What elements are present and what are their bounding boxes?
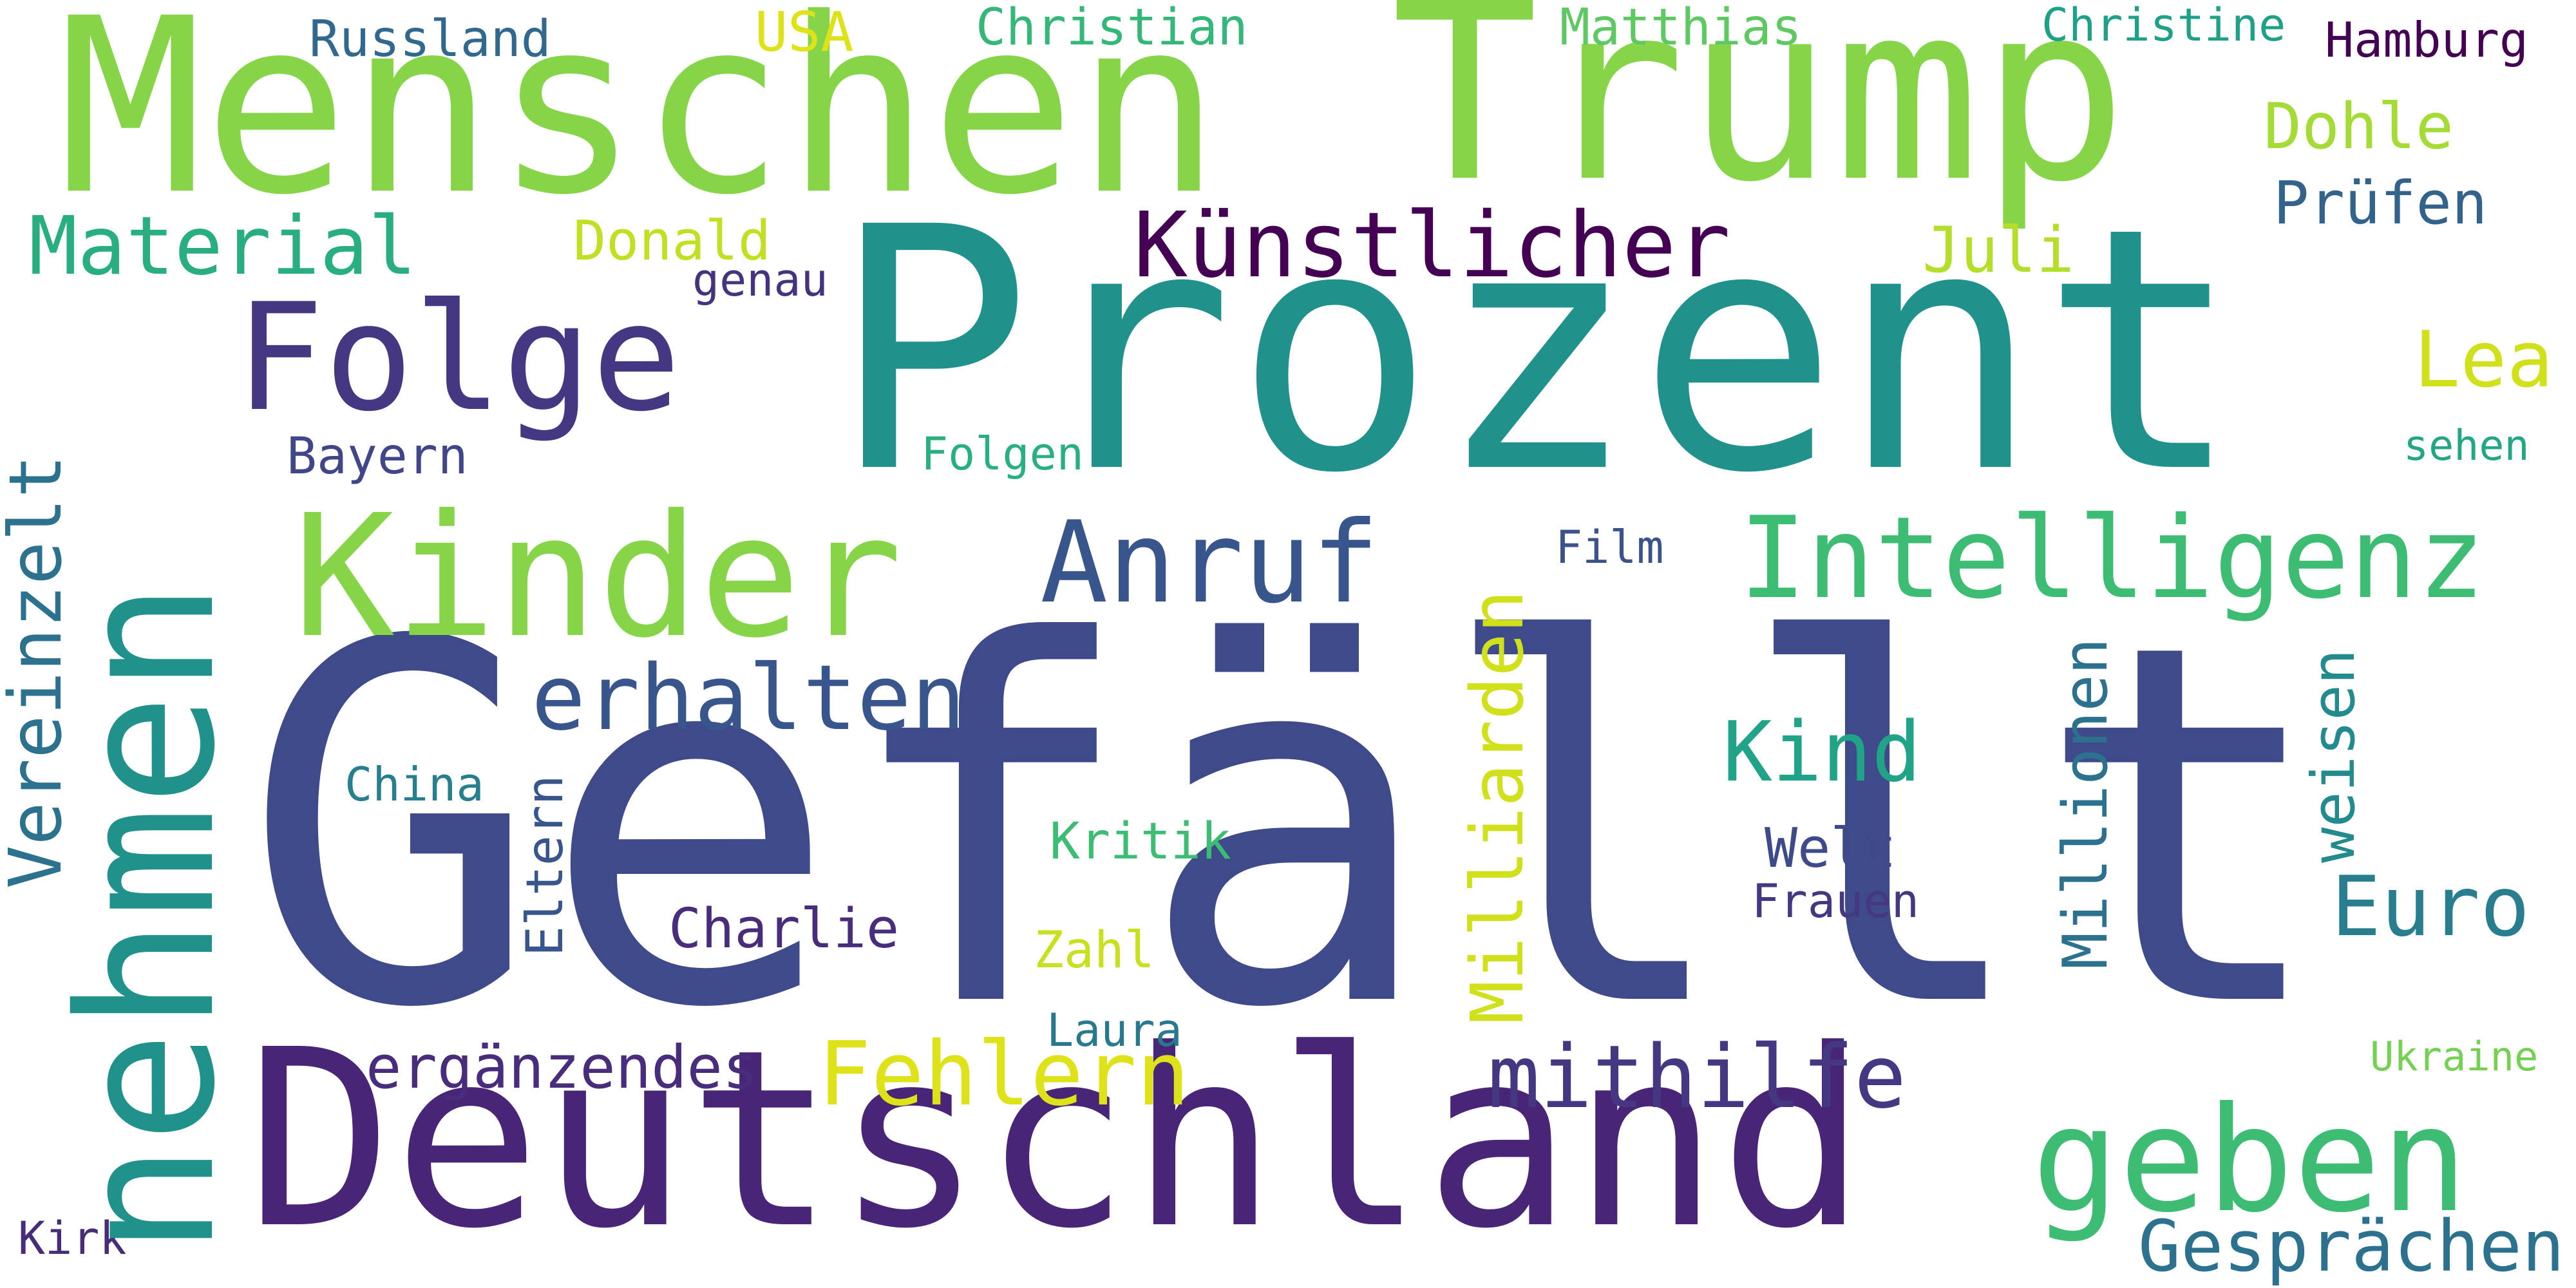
word-ergaenzendes: ergänzendes: [366, 1033, 759, 1102]
word-matthias: Matthias: [1560, 0, 1802, 57]
word-folgen: Folgen: [921, 428, 1084, 480]
word-folge: Folge: [235, 272, 681, 444]
word-mithilfe: mithilfe: [1488, 1027, 1907, 1128]
word-lea: Lea: [2414, 316, 2553, 405]
word-material: Material: [29, 200, 417, 293]
word-kuenstlicher: Künstlicher: [1133, 193, 1731, 298]
word-millionen: Millionen: [2050, 638, 2121, 969]
word-zahl: Zahl: [1034, 922, 1155, 980]
word-euro: Euro: [2331, 859, 2530, 955]
word-sehen: sehen: [2403, 422, 2530, 470]
word-bayern: Bayern: [287, 428, 468, 486]
word-kritik: Kritik: [1050, 813, 1231, 871]
word-nehmen: nehmen: [39, 581, 256, 1256]
word-kinder: Kinder: [293, 478, 903, 675]
word-usa: USA: [755, 1, 854, 64]
word-gespraechen: Gesprächen: [2138, 1205, 2565, 1287]
word-genau: genau: [692, 254, 828, 307]
word-laura: Laura: [1046, 1004, 1182, 1057]
word-weisen: weisen: [2299, 649, 2368, 863]
word-welt: Welt: [1765, 817, 1897, 880]
word-kind: Kind: [1723, 705, 1922, 800]
word-intelligenz: Intelligenz: [1739, 493, 2485, 624]
word-vereinzelt: Vereinzelt: [0, 454, 78, 889]
word-milliarden: Milliarden: [1456, 589, 1540, 1024]
word-dohle: Dohle: [2264, 90, 2454, 164]
word-cloud: Gefällt Prozent Deutschland Menschen Tru…: [0, 0, 2576, 1288]
word-anruf: Anruf: [1040, 498, 1379, 629]
word-christian: Christian: [976, 0, 1248, 57]
word-juli: Juli: [1922, 214, 2075, 287]
word-erhalten: erhalten: [531, 646, 966, 751]
word-china: China: [345, 757, 484, 811]
word-ukraine: Ukraine: [2370, 1033, 2539, 1080]
word-eltern: Eltern: [516, 775, 574, 956]
word-frauen: Frauen: [1752, 874, 1920, 928]
word-hamburg: Hamburg: [2325, 12, 2529, 68]
word-christine: Christine: [2041, 0, 2286, 52]
word-charlie: Charlie: [668, 897, 900, 961]
word-russland: Russland: [309, 10, 551, 68]
word-pruefen: Prüfen: [2273, 169, 2488, 238]
word-film: Film: [1555, 521, 1664, 574]
